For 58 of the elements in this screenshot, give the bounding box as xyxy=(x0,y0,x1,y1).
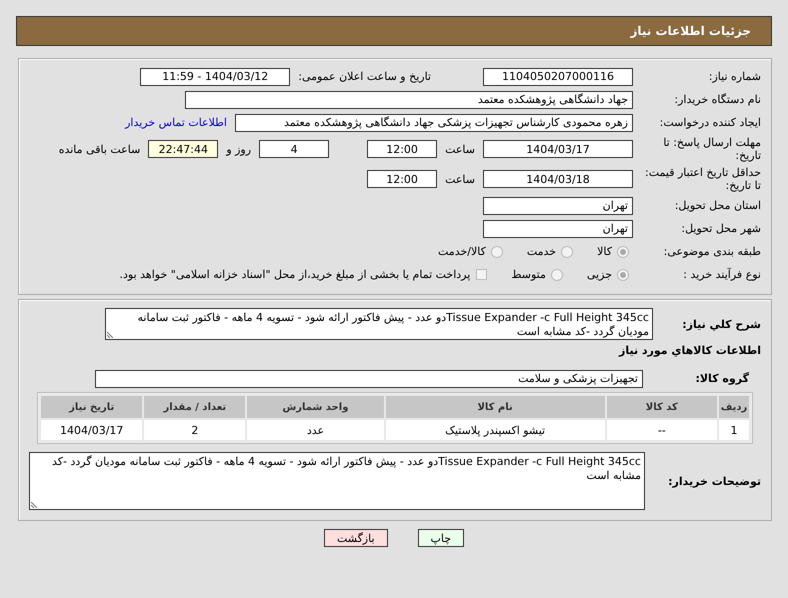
table-cell: 1404/03/17 xyxy=(40,419,144,441)
field-label: توضیحات خریدار: xyxy=(667,474,761,488)
field-label: مهلت ارسال پاسخ: تا تاریخ: xyxy=(662,136,761,162)
contact-link[interactable]: اطلاعات تماس خریدار xyxy=(125,116,227,129)
field-label: ایجاد کننده درخواست: xyxy=(658,116,761,129)
column-header: نام کالا xyxy=(384,395,606,419)
field-label: تاریخ و ساعت اعلان عمومی: xyxy=(298,70,431,83)
section-title: اطلاعات كالاهاي مورد نياز xyxy=(618,344,761,357)
field-label: ساعت باقی مانده xyxy=(58,142,140,156)
page-header: جزئیات اطلاعات نیاز xyxy=(16,16,772,46)
radio-option[interactable]: کالا/خدمت xyxy=(438,245,503,258)
field-label: نام دستگاه خریدار: xyxy=(673,93,761,106)
table-cell: -- xyxy=(606,419,718,441)
validity-date-field: 1404/03/18 xyxy=(483,170,633,188)
field-label: استان محل تحویل: xyxy=(674,199,761,212)
column-header: تعداد / مقدار xyxy=(143,395,246,419)
radio-option[interactable]: خدمت xyxy=(526,245,574,258)
deadline-time-field: 12:00 xyxy=(367,140,438,158)
announce-date-field: 1404/03/12 - 11:59 xyxy=(140,68,290,86)
table-cell: 1 xyxy=(718,419,750,441)
days-field: 4 xyxy=(259,140,330,158)
province-field: تهران xyxy=(483,196,633,214)
radio-option[interactable]: متوسط xyxy=(511,268,563,281)
resize-grip-icon[interactable] xyxy=(31,500,39,508)
column-header: واحد شمارش xyxy=(246,395,385,419)
table-cell: تیشو اکسپندر پلاستیک xyxy=(384,419,606,441)
print-button[interactable]: چاپ xyxy=(418,529,464,547)
field-label: روز و xyxy=(226,142,252,156)
checkbox[interactable] xyxy=(476,269,488,280)
summary-textarea: Tissue Expander -c Full Height 345ccدو عدد - پیش فاکتور ارائه شود - تسویه 4 ماهه - فاکتور ثبت سامانه مودیان گردد -کد مشابه است xyxy=(105,308,653,340)
field-label: نوع فرآیند خرید : xyxy=(682,268,761,281)
field-label: شرح کلي نياز: xyxy=(681,317,761,331)
validity-time-field: 12:00 xyxy=(367,170,438,188)
field-label: ساعت xyxy=(445,172,475,186)
requester-field: زهره محمودی کارشناس تجهیزات پزشکی جهاد دانشگاهی پژوهشکده معتمد xyxy=(235,114,633,132)
remaining-time-field: 22:47:44 xyxy=(148,140,218,158)
city-field: تهران xyxy=(483,220,633,238)
radio-option[interactable]: کالا xyxy=(597,245,629,258)
notes-textarea: Tissue Expander -c Full Height 345ccدو عدد - پیش فاکتور ارائه شود - تسویه 4 ماهه - فاکتور ثبت سامانه مودیان گردد -کد مشابه است xyxy=(29,452,645,510)
need-number-field: 1104050207000116 xyxy=(483,68,633,86)
column-header: ردیف xyxy=(718,395,750,419)
table-cell: 2 xyxy=(143,419,246,441)
column-header: کد کالا xyxy=(606,395,718,419)
field-label: شهر محل تحویل: xyxy=(680,222,761,235)
field-label: گروه کالا: xyxy=(694,372,750,385)
back-button[interactable]: بازگشت xyxy=(324,529,388,547)
column-header: تاریخ نیاز xyxy=(40,395,144,419)
radio-option[interactable]: جزیی xyxy=(586,268,629,281)
field-label: حداقل تاریخ اعتبار قیمت: تا تاریخ: xyxy=(644,166,761,192)
resize-grip-icon[interactable] xyxy=(107,330,115,338)
goods-group-field: تجهیزات پزشکی و سلامت xyxy=(95,370,643,388)
deadline-date-field: 1404/03/17 xyxy=(483,140,633,158)
field-label: شماره نیاز: xyxy=(708,70,761,83)
table-cell: عدد xyxy=(246,419,385,441)
field-label: ساعت xyxy=(445,142,475,156)
checkbox-label: پرداخت تمام یا بخشی از مبلغ خرید،از محل "اسناد خزانه اسلامی" خواهد بود. xyxy=(120,268,470,281)
buyer-org-field: جهاد دانشگاهی پژوهشکده معتمد xyxy=(185,90,633,108)
field-label: طبقه بندی موضوعی: xyxy=(662,245,761,258)
